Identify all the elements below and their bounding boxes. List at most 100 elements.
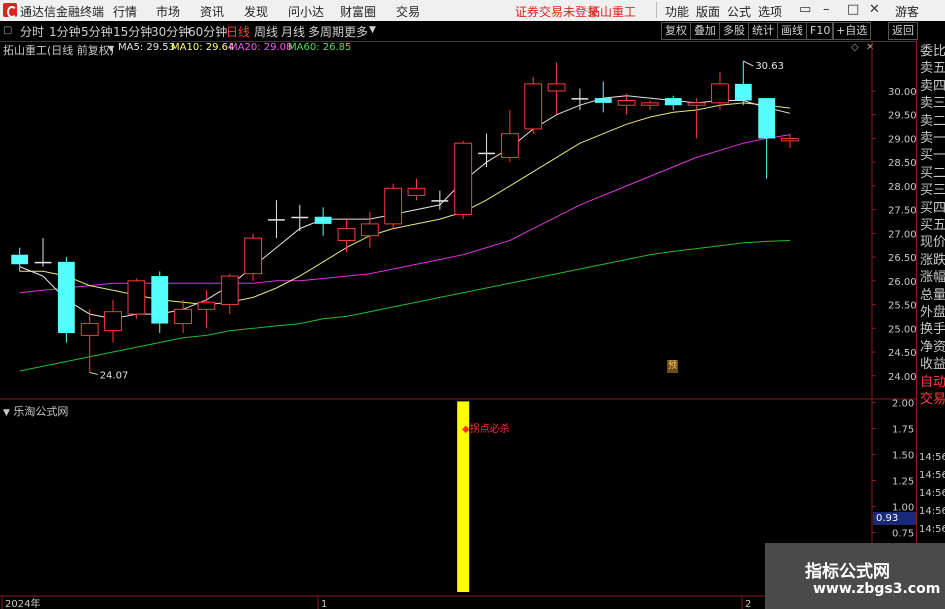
- price-tick-label: 26.50: [888, 253, 916, 264]
- kline-chart[interactable]: 30.00 29.50 29.00 28.50 28.00 27.50 27.00 26.50…: [0, 0, 916, 609]
- candle-body: [734, 83, 752, 101]
- watermark-title: 指标公式网: [805, 562, 890, 582]
- low-price-label: 24.07: [100, 370, 129, 381]
- candle-body: [337, 228, 356, 241]
- panel-label: 外盘: [920, 305, 945, 320]
- panel-label: 卖二: [920, 113, 945, 129]
- candlesticks: [11, 61, 799, 373]
- price-tick-label: 27.50: [888, 206, 916, 217]
- high-price-label: 30.63: [755, 61, 784, 72]
- candle-body: [151, 276, 169, 324]
- indicator-tick-label: 1.50: [892, 450, 914, 461]
- price-tick-label: 24.50: [888, 348, 916, 359]
- candle-body: [524, 83, 543, 130]
- candle-body: [174, 308, 192, 325]
- tick-time: 14:56: [919, 452, 945, 463]
- price-tick-label: 29.00: [888, 134, 916, 145]
- date-label: 2024年: [5, 597, 40, 609]
- indicator-tick-label: 0.75: [892, 529, 914, 540]
- panel-label: 买二: [920, 165, 945, 181]
- candle-body: [781, 137, 799, 142]
- panel-label[interactable]: 自动: [920, 375, 945, 390]
- candle-body: [500, 133, 519, 158]
- panel-label: 买一: [920, 148, 945, 164]
- indicator-tick-label: 1.25: [892, 477, 914, 488]
- price-tick-label: 25.50: [888, 301, 916, 312]
- price-tick-label: 29.50: [888, 111, 916, 122]
- indicator-current-value: 0.93: [873, 512, 918, 525]
- indicator-title-row: ▼ 乐淘公式网: [3, 403, 68, 419]
- candle-body: [384, 187, 403, 225]
- candle-body: [244, 237, 263, 275]
- candle-body: [478, 152, 495, 155]
- price-tick-label: 26.00: [888, 277, 916, 288]
- price-tick-label: 27.00: [888, 229, 916, 240]
- indicator-title[interactable]: 乐淘公式网: [13, 405, 68, 418]
- indicator-axis: 2.001.751.501.251.000.750.50: [872, 398, 914, 566]
- low-pointer: [89, 371, 98, 375]
- high-pointer: [743, 60, 754, 67]
- panel-label: 买四: [920, 200, 945, 216]
- candle-body: [431, 200, 449, 202]
- candle-body: [407, 187, 426, 196]
- price-tick-label: 28.00: [888, 182, 916, 193]
- candle-body: [57, 261, 75, 334]
- indicator-tick-label: 1.75: [892, 424, 914, 435]
- watermark-url: www.zbgs3.com: [813, 581, 941, 597]
- watermark: 指标公式网 www.zbgs3.com: [765, 543, 945, 609]
- candle-body: [594, 98, 612, 103]
- price-tick-label: 24.00: [888, 372, 916, 383]
- candle-body: [617, 99, 636, 106]
- event-tag[interactable]: 预: [667, 360, 678, 373]
- chart-annotations: 30.63 24.07: [89, 60, 784, 381]
- panel-label: 卖四: [920, 78, 945, 94]
- candle-body: [454, 142, 473, 215]
- candle-body: [197, 301, 216, 310]
- chevron-down-icon[interactable]: ▼: [3, 408, 10, 418]
- candle-body: [314, 216, 332, 224]
- date-label: 2: [745, 599, 751, 609]
- panel-label: 收益: [920, 357, 945, 373]
- candle-body: [664, 98, 682, 106]
- signal-label: ◆拐点必杀: [462, 420, 510, 435]
- panel-label[interactable]: 交易: [920, 393, 945, 407]
- candle-body: [127, 280, 146, 315]
- price-axis: 30.00 29.50 29.00 28.50 28.00 27.50 27.00 26.50…: [872, 87, 916, 383]
- panel-label: 总量: [920, 287, 945, 303]
- candle-body: [547, 83, 566, 92]
- candle-body: [571, 98, 589, 100]
- panel-label: 换手: [920, 322, 945, 338]
- candle-body: [687, 102, 706, 106]
- candle-body: [268, 219, 285, 221]
- candle-body: [34, 261, 52, 264]
- signal-diamond-icon: ◆: [462, 424, 470, 435]
- candle-body: [641, 102, 659, 106]
- panel-label: 卖三: [920, 96, 945, 112]
- panel-label: 买三: [920, 183, 945, 199]
- panel-label: 涨跌: [920, 252, 945, 268]
- panel-label: 卖五: [920, 61, 945, 77]
- candle-body: [104, 311, 122, 332]
- candle-body: [711, 83, 729, 104]
- candle-body: [758, 98, 776, 139]
- candle-body: [11, 254, 29, 265]
- tick-time: 14:56: [919, 470, 945, 481]
- quote-side-panel: 委比 卖五 卖四 卖三 卖二 卖一 买一 买二 买三 买四 买五 现价 涨跌 涨幅 总量 外盘 换手 净资 收益 自动…: [916, 41, 945, 609]
- signal-text: 拐点必杀: [469, 424, 510, 435]
- panel-label: 净资: [920, 339, 945, 355]
- candle-body: [291, 216, 309, 219]
- candle-body: [360, 223, 379, 237]
- candle-body: [220, 275, 239, 306]
- date-label: 1: [321, 599, 327, 609]
- tick-time: 14:56: [919, 506, 945, 517]
- panel-label: 买五: [920, 218, 945, 233]
- tick-time: 14:56: [919, 488, 945, 499]
- panel-label: 涨幅: [920, 270, 945, 286]
- panel-label: 现价: [920, 235, 945, 251]
- ma20-line: [19, 134, 791, 294]
- price-tick-label: 25.00: [888, 324, 916, 335]
- price-tick-label: 28.50: [888, 158, 916, 169]
- price-tick-label: 30.00: [888, 87, 916, 98]
- ma10-line: [19, 102, 791, 306]
- indicator-tick-label: 2.00: [892, 398, 914, 409]
